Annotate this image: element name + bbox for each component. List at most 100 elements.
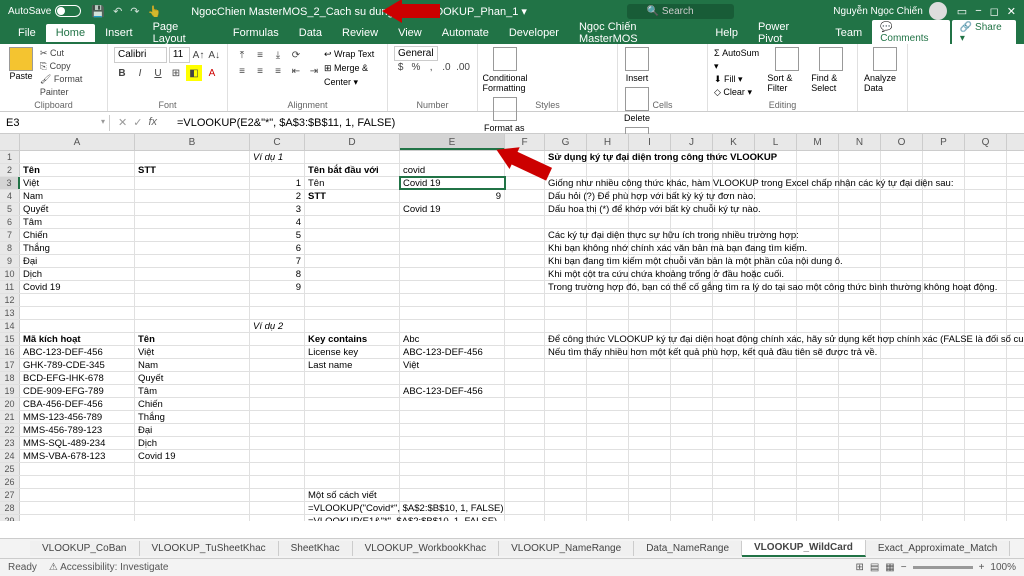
cell-B4[interactable] — [135, 190, 250, 202]
cell-F11[interactable] — [505, 281, 545, 293]
cell-G22[interactable] — [545, 424, 587, 436]
cell-E25[interactable] — [400, 463, 505, 475]
cell-E23[interactable] — [400, 437, 505, 449]
avatar[interactable] — [929, 2, 947, 20]
cell-C21[interactable] — [250, 411, 305, 423]
cell-N26[interactable] — [839, 476, 881, 488]
cell-O20[interactable] — [881, 398, 923, 410]
cell-Q25[interactable] — [965, 463, 1007, 475]
cell-A20[interactable]: CBA-456-DEF-456 — [20, 398, 135, 410]
cell-G9[interactable]: Khi bạn đang tìm kiếm một chuỗi văn bản … — [545, 255, 587, 267]
cell-G8[interactable]: Khi bạn không nhớ chính xác văn bản mà b… — [545, 242, 587, 254]
cell-A18[interactable]: BCD-EFG-IHK-678 — [20, 372, 135, 384]
merge-center-button[interactable]: ⊞ Merge & Center ▾ — [324, 61, 381, 89]
cell-G5[interactable]: Dấu hoa thị (*) để khớp với bất kỳ chuỗi… — [545, 203, 587, 215]
cell-N12[interactable] — [839, 294, 881, 306]
cell-A21[interactable]: MMS-123-456-789 — [20, 411, 135, 423]
cell-E14[interactable] — [400, 320, 505, 332]
cell-O5[interactable] — [881, 203, 923, 215]
cell-K17[interactable] — [713, 359, 755, 371]
cell-A24[interactable]: MMS-VBA-678-123 — [20, 450, 135, 462]
cell-C16[interactable] — [250, 346, 305, 358]
accessibility-status[interactable]: ⚠ Accessibility: Investigate — [49, 562, 169, 573]
cell-A15[interactable]: Mã kích hoạt — [20, 333, 135, 345]
cell-K26[interactable] — [713, 476, 755, 488]
cell-B29[interactable] — [135, 515, 250, 521]
zoom-level[interactable]: 100% — [990, 562, 1016, 573]
cell-F13[interactable] — [505, 307, 545, 319]
align-left-icon[interactable]: ≡ — [234, 63, 250, 79]
cell-A6[interactable]: Tâm — [20, 216, 135, 228]
row-header-18[interactable]: 18 — [0, 372, 20, 384]
cell-E10[interactable] — [400, 268, 505, 280]
save-icon[interactable]: 💾 — [91, 5, 105, 18]
cell-G6[interactable] — [545, 216, 587, 228]
cell-A4[interactable]: Nam — [20, 190, 135, 202]
cell-M10[interactable] — [797, 268, 839, 280]
cell-O14[interactable] — [881, 320, 923, 332]
cell-A22[interactable]: MMS-456-789-123 — [20, 424, 135, 436]
cell-O22[interactable] — [881, 424, 923, 436]
cell-E12[interactable] — [400, 294, 505, 306]
cell-H29[interactable] — [587, 515, 629, 521]
zoom-in-icon[interactable]: + — [979, 562, 985, 573]
minimize-icon[interactable]: − — [975, 5, 981, 18]
underline-icon[interactable]: U — [150, 65, 166, 81]
cell-J18[interactable] — [671, 372, 713, 384]
cell-B18[interactable]: Quyết — [135, 372, 250, 384]
cell-C18[interactable] — [250, 372, 305, 384]
cell-C23[interactable] — [250, 437, 305, 449]
cell-G10[interactable]: Khi một cột tra cứu chứa khoảng trống ở … — [545, 268, 587, 280]
cell-I18[interactable] — [629, 372, 671, 384]
cell-P19[interactable] — [923, 385, 965, 397]
col-header-O[interactable]: O — [881, 134, 923, 150]
cell-M7[interactable] — [797, 229, 839, 241]
cell-D8[interactable] — [305, 242, 400, 254]
cell-P10[interactable] — [923, 268, 965, 280]
cell-O6[interactable] — [881, 216, 923, 228]
cell-C5[interactable]: 3 — [250, 203, 305, 215]
cell-J6[interactable] — [671, 216, 713, 228]
cell-C8[interactable]: 6 — [250, 242, 305, 254]
cell-J23[interactable] — [671, 437, 713, 449]
enter-formula-icon[interactable]: ✓ — [133, 116, 142, 129]
cell-B12[interactable] — [135, 294, 250, 306]
tab-data[interactable]: Data — [289, 24, 332, 42]
cell-M25[interactable] — [797, 463, 839, 475]
col-header-B[interactable]: B — [135, 134, 250, 150]
cell-F22[interactable] — [505, 424, 545, 436]
cell-F15[interactable] — [505, 333, 545, 345]
cell-J25[interactable] — [671, 463, 713, 475]
cell-E19[interactable]: ABC-123-DEF-456 — [400, 385, 505, 397]
cell-I29[interactable] — [629, 515, 671, 521]
cell-D19[interactable] — [305, 385, 400, 397]
cell-B10[interactable] — [135, 268, 250, 280]
cell-H17[interactable] — [587, 359, 629, 371]
row-header-14[interactable]: 14 — [0, 320, 20, 332]
cell-E4[interactable]: 9 — [400, 190, 505, 202]
cell-Q23[interactable] — [965, 437, 1007, 449]
redo-icon[interactable]: ↷ — [130, 5, 139, 18]
cell-I12[interactable] — [629, 294, 671, 306]
cell-J19[interactable] — [671, 385, 713, 397]
cell-B6[interactable] — [135, 216, 250, 228]
cell-M6[interactable] — [797, 216, 839, 228]
sheet-tab-VLOOKUP_NameRange[interactable]: VLOOKUP_NameRange — [499, 541, 634, 556]
font-size-select[interactable]: 11 — [169, 47, 190, 63]
paste-button[interactable]: Paste — [6, 47, 36, 99]
cell-Q26[interactable] — [965, 476, 1007, 488]
cell-F27[interactable] — [505, 489, 545, 501]
cell-F7[interactable] — [505, 229, 545, 241]
cell-H19[interactable] — [587, 385, 629, 397]
col-header-M[interactable]: M — [797, 134, 839, 150]
cell-M29[interactable] — [797, 515, 839, 521]
insert-cells-button[interactable]: Insert — [624, 47, 650, 83]
col-header-N[interactable]: N — [839, 134, 881, 150]
row-header-6[interactable]: 6 — [0, 216, 20, 228]
cell-Q22[interactable] — [965, 424, 1007, 436]
cell-H20[interactable] — [587, 398, 629, 410]
cell-B16[interactable]: Việt — [135, 346, 250, 358]
cell-N28[interactable] — [839, 502, 881, 514]
cell-G28[interactable] — [545, 502, 587, 514]
close-icon[interactable]: ✕ — [1007, 5, 1016, 18]
